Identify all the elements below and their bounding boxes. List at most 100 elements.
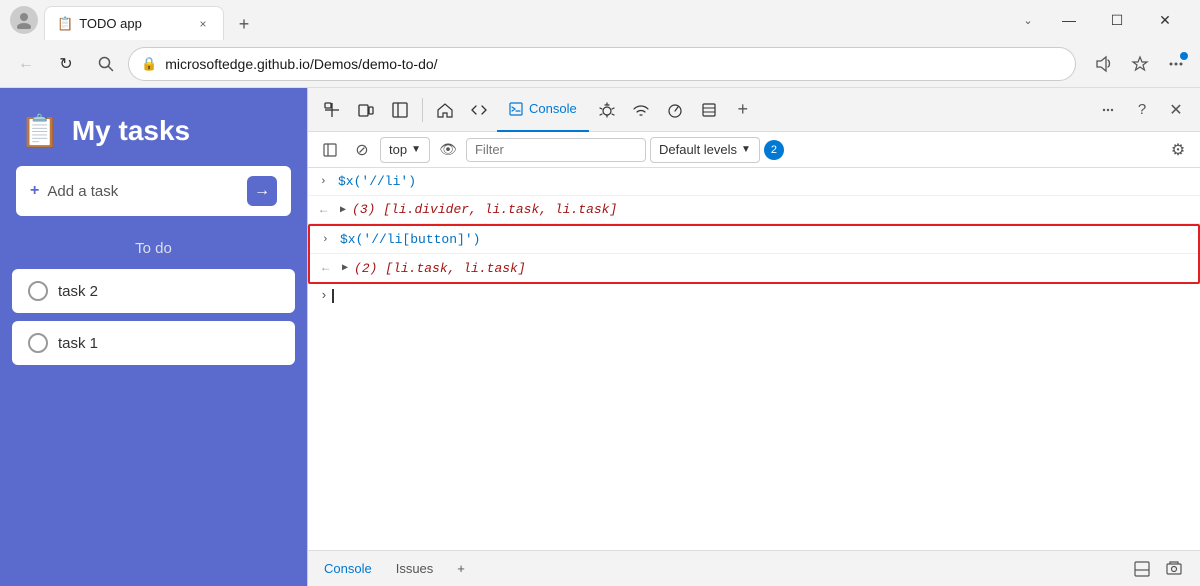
address-text: microsoftedge.github.io/Demos/demo-to-do… xyxy=(165,56,1063,72)
profile-button[interactable] xyxy=(8,4,40,36)
console-input-arrow: › xyxy=(320,176,332,188)
minimize-button[interactable]: — xyxy=(1046,4,1092,36)
log-levels-dropdown[interactable]: Default levels ▼ xyxy=(650,137,760,163)
bottom-bar-right xyxy=(1128,555,1188,583)
tab-title: TODO app xyxy=(79,16,189,31)
todo-header: 📋 My tasks xyxy=(0,88,307,166)
close-button[interactable]: ✕ xyxy=(1142,4,1188,36)
browser-window: 📋 TODO app × + ⌄ — ☐ ✕ ← ↻ 🔒 microsofted… xyxy=(0,0,1200,586)
console-cursor-line: › xyxy=(308,284,1200,307)
screenshot-button[interactable] xyxy=(1160,555,1188,583)
eye-icon-button[interactable]: 👁 xyxy=(434,136,462,164)
dropdown-chevron-icon: ▼ xyxy=(411,144,421,155)
task-checkbox[interactable] xyxy=(28,281,48,301)
task-item-task2[interactable]: task 2 xyxy=(12,269,295,313)
console-prompt-arrow: › xyxy=(320,288,328,303)
execution-context-dropdown[interactable]: top ▼ xyxy=(380,137,430,163)
panel-layout-button[interactable] xyxy=(384,94,416,126)
issues-bottom-tab[interactable]: Issues xyxy=(392,559,438,578)
task-label: task 2 xyxy=(58,283,98,300)
console-code-4: (2) [li.task, li.task] xyxy=(354,261,526,276)
message-count: 2 xyxy=(764,140,784,160)
console-code-1: $x('//li') xyxy=(338,174,416,189)
read-aloud-button[interactable] xyxy=(1088,48,1120,80)
console-sidebar-button[interactable] xyxy=(316,136,344,164)
console-tab-button[interactable]: Console xyxy=(497,88,589,132)
expand-button-2[interactable]: ▶ xyxy=(342,262,348,274)
lock-icon: 🔒 xyxy=(141,56,157,72)
tab-close-button[interactable]: × xyxy=(195,16,211,32)
split-console-button[interactable] xyxy=(1128,555,1156,583)
console-line-4: ← ▶ (2) [li.task, li.task] xyxy=(310,254,1198,282)
devtools-panel: Console xyxy=(307,88,1200,586)
dropdown-arrow-icon: ▼ xyxy=(741,144,751,155)
search-button[interactable] xyxy=(88,46,124,82)
home-button[interactable] xyxy=(429,94,461,126)
console-output-arrow-left: ← xyxy=(320,203,334,217)
help-button[interactable]: ? xyxy=(1126,94,1158,126)
address-bar[interactable]: 🔒 microsoftedge.github.io/Demos/demo-to-… xyxy=(128,47,1076,81)
address-bar-right xyxy=(1088,48,1192,80)
task-checkbox[interactable] xyxy=(28,333,48,353)
network-button[interactable] xyxy=(625,94,657,126)
device-emulation-button[interactable] xyxy=(350,94,382,126)
tab-favicon: 📋 xyxy=(57,16,73,32)
console-input-arrow-2: › xyxy=(322,234,334,246)
maximize-button[interactable]: ☐ xyxy=(1094,4,1140,36)
console-line-2: ← ▶ (3) [li.divider, li.task, li.task] xyxy=(308,196,1200,224)
devtools-toolbar: Console xyxy=(308,88,1200,132)
window-controls: ⌄ — ☐ ✕ xyxy=(1012,4,1192,36)
log-levels-label: Default levels xyxy=(659,142,737,157)
main-area: 📋 My tasks + Add a task → To do task 2 t… xyxy=(0,88,1200,586)
address-bar-row: ← ↻ 🔒 microsoftedge.github.io/Demos/demo… xyxy=(0,40,1200,88)
clear-console-button[interactable]: ⊘ xyxy=(348,136,376,164)
add-tool-button[interactable]: + xyxy=(727,94,759,126)
favorites-button[interactable] xyxy=(1124,48,1156,80)
message-count-badge: 2 xyxy=(764,140,784,160)
source-code-button[interactable] xyxy=(463,94,495,126)
add-task-plus-icon: + xyxy=(30,182,39,200)
refresh-button[interactable]: ↻ xyxy=(48,46,84,82)
layers-button[interactable] xyxy=(693,94,725,126)
more-actions-button[interactable] xyxy=(1160,48,1192,80)
console-output-arrow-left-2: ← xyxy=(322,261,336,275)
inspect-element-button[interactable] xyxy=(316,94,348,126)
toolbar-separator xyxy=(422,98,423,122)
todo-sidebar: 📋 My tasks + Add a task → To do task 2 t… xyxy=(0,88,307,586)
expand-button-1[interactable]: ▶ xyxy=(340,204,346,216)
add-bottom-tab-button[interactable]: + xyxy=(453,559,469,578)
text-cursor xyxy=(332,289,334,303)
add-task-submit-button[interactable]: → xyxy=(247,176,277,206)
console-code-3: $x('//li[button]') xyxy=(340,232,480,247)
console-line-1: › $x('//li') xyxy=(308,168,1200,196)
console-code-2: (3) [li.divider, li.task, li.task] xyxy=(352,202,617,217)
console-bottom-bar: Console Issues + xyxy=(308,550,1200,586)
todo-app-title: My tasks xyxy=(72,115,190,147)
add-task-input: Add a task xyxy=(47,183,239,200)
title-bar: 📋 TODO app × + ⌄ — ☐ ✕ xyxy=(0,0,1200,40)
console-toolbar: ⊘ top ▼ 👁 Default levels ▼ 2 ⚙ xyxy=(308,132,1200,168)
more-tools-button[interactable] xyxy=(1092,94,1124,126)
add-task-row[interactable]: + Add a task → xyxy=(16,166,291,216)
execution-context-label: top xyxy=(389,142,407,157)
filter-input[interactable] xyxy=(466,138,646,162)
close-devtools-button[interactable]: ✕ xyxy=(1160,94,1192,126)
tabs-bar: 📋 TODO app × + xyxy=(40,0,1012,40)
section-label: To do xyxy=(0,232,307,265)
console-tab-label: Console xyxy=(529,101,577,116)
browser-tab[interactable]: 📋 TODO app × xyxy=(44,6,224,40)
debugger-button[interactable] xyxy=(591,94,623,126)
todo-app-icon: 📋 xyxy=(20,112,60,150)
console-line-3: › $x('//li[button]') xyxy=(310,226,1198,254)
task-label: task 1 xyxy=(58,335,98,352)
chevron-down-button[interactable]: ⌄ xyxy=(1012,4,1044,36)
console-output: › $x('//li') ← ▶ (3) [li.divider, li.tas… xyxy=(308,168,1200,550)
back-button[interactable]: ← xyxy=(8,46,44,82)
highlighted-console-block: › $x('//li[button]') ← ▶ (2) [li.task, l… xyxy=(308,224,1200,284)
console-bottom-tab[interactable]: Console xyxy=(320,559,376,578)
profile-avatar xyxy=(10,6,38,34)
new-tab-button[interactable]: + xyxy=(228,8,260,40)
performance-button[interactable] xyxy=(659,94,691,126)
console-settings-button[interactable]: ⚙ xyxy=(1164,136,1192,164)
task-item-task1[interactable]: task 1 xyxy=(12,321,295,365)
